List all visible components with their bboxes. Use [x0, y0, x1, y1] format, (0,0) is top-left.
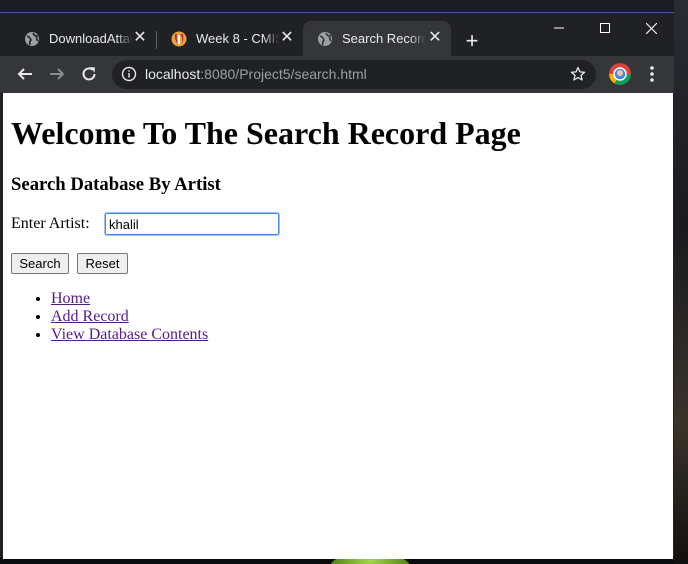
- maximize-button[interactable]: [582, 13, 628, 43]
- reload-icon: [82, 67, 96, 81]
- reload-button[interactable]: [77, 62, 101, 86]
- close-icon: [645, 22, 657, 34]
- list-item: Home: [51, 290, 208, 308]
- page-title: Welcome To The Search Record Page: [11, 115, 521, 151]
- close-icon[interactable]: ✕: [427, 30, 443, 46]
- browser-window: DownloadAttachment ✕ Week 8 - CMIS ✕: [0, 12, 674, 559]
- add-record-link[interactable]: Add Record: [51, 308, 129, 325]
- back-button[interactable]: [13, 62, 37, 86]
- forward-button[interactable]: [45, 62, 69, 86]
- reset-button[interactable]: Reset: [77, 253, 128, 274]
- info-icon[interactable]: [121, 66, 137, 82]
- tab-title: Search Record Page: [342, 31, 426, 46]
- close-icon[interactable]: ✕: [132, 30, 148, 46]
- tab-search-record-page[interactable]: Search Record Page ✕: [303, 21, 451, 56]
- url-host: localhost: [145, 66, 201, 82]
- star-icon[interactable]: [570, 66, 586, 82]
- url-text: localhost:8080/Project5/search.html: [145, 67, 367, 82]
- tab-week-8-cmis[interactable]: Week 8 - CMIS ✕: [157, 21, 303, 56]
- tab-title: DownloadAttachment: [49, 31, 133, 46]
- page-content: Welcome To The Search Record Page Search…: [3, 93, 673, 559]
- artist-label: Enter Artist:: [11, 215, 90, 232]
- globe-icon: [24, 31, 40, 47]
- list-item: View Database Contents: [51, 326, 208, 344]
- address-bar[interactable]: localhost:8080/Project5/search.html: [112, 60, 596, 89]
- nav-links: Home Add Record View Database Contents: [51, 290, 208, 344]
- arrow-left-icon: [17, 68, 32, 80]
- more-vert-icon: [650, 66, 654, 82]
- new-tab-button[interactable]: +: [460, 30, 484, 54]
- url-path: :8080/Project5/search.html: [200, 66, 367, 82]
- home-link[interactable]: Home: [51, 290, 90, 307]
- browser-menu-button[interactable]: [642, 62, 662, 86]
- view-database-link[interactable]: View Database Contents: [51, 326, 208, 343]
- window-close-button[interactable]: [628, 13, 674, 43]
- tab-title: Week 8 - CMIS: [196, 31, 280, 46]
- tab-download-attachment[interactable]: DownloadAttachment ✕: [10, 21, 156, 56]
- browser-toolbar: localhost:8080/Project5/search.html: [0, 56, 674, 93]
- profile-avatar[interactable]: [609, 63, 631, 85]
- close-icon[interactable]: ✕: [279, 30, 295, 46]
- desktop-wallpaper-edge: [674, 0, 688, 564]
- minimize-button[interactable]: [536, 13, 582, 43]
- maximize-icon: [600, 23, 610, 33]
- globe-icon: [317, 31, 333, 47]
- section-heading: Search Database By Artist: [11, 174, 221, 195]
- list-item: Add Record: [51, 308, 208, 326]
- university-logo-icon: [171, 31, 187, 47]
- search-button[interactable]: Search: [11, 253, 69, 274]
- artist-input[interactable]: [104, 212, 280, 236]
- avatar: [609, 63, 631, 85]
- arrow-right-icon: [50, 68, 65, 80]
- title-bar: DownloadAttachment ✕ Week 8 - CMIS ✕: [0, 13, 674, 56]
- minimize-icon: [554, 27, 564, 29]
